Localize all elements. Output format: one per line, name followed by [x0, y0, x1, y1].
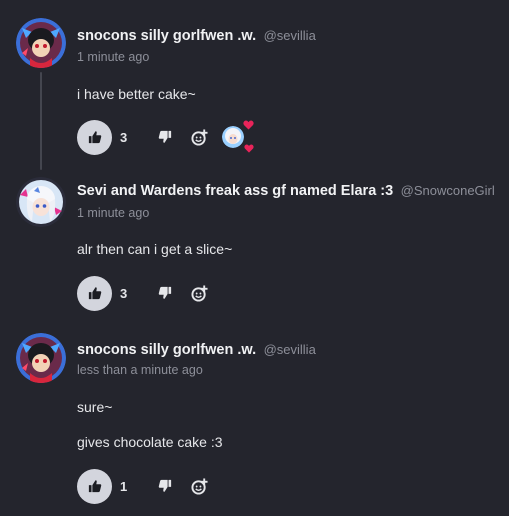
avatar-white-hair-character-icon: [16, 177, 66, 227]
add-reaction-button[interactable]: [188, 282, 210, 304]
thumbs-up-icon: [88, 480, 101, 493]
comment-actions: 1: [77, 468, 210, 504]
like-button[interactable]: [77, 119, 112, 155]
author-handle[interactable]: @sevillia: [264, 342, 316, 357]
add-reaction-icon: [190, 284, 208, 302]
comment-text-line-1: sure~: [77, 399, 113, 415]
heart-icon: [244, 144, 254, 153]
add-reaction-button[interactable]: [188, 475, 210, 497]
thumbs-up-icon: [88, 131, 101, 144]
avatar-dark-character-icon: [16, 333, 66, 383]
avatar[interactable]: [16, 333, 66, 383]
comment-text: alr then can i get a slice~: [77, 241, 233, 257]
timestamp: 1 minute ago: [77, 50, 150, 64]
dislike-button[interactable]: [154, 475, 176, 497]
author-handle[interactable]: @sevillia: [264, 28, 316, 43]
comment-text-line-2: gives chocolate cake :3: [77, 434, 223, 450]
thumbs-up-icon: [88, 287, 101, 300]
like-button[interactable]: [77, 275, 112, 311]
reaction-avatar-icon: [222, 126, 244, 148]
comment-text: i have better cake~: [77, 86, 196, 102]
add-reaction-icon: [190, 477, 208, 495]
timestamp: 1 minute ago: [77, 206, 150, 220]
author-name[interactable]: Sevi and Wardens freak ass gf named Elar…: [77, 183, 393, 199]
like-count: 1: [120, 478, 128, 494]
add-reaction-icon: [190, 128, 208, 146]
comment-header: snocons silly gorlfwen .w. @sevillia: [77, 341, 316, 359]
like-count: 3: [120, 285, 128, 301]
author-handle[interactable]: @SnowconeGirl: [401, 183, 495, 198]
comment-actions: 3: [77, 275, 210, 311]
comment-header: Sevi and Wardens freak ass gf named Elar…: [77, 182, 495, 200]
thread-connector-line: [40, 72, 42, 170]
dislike-button[interactable]: [154, 282, 176, 304]
like-count: 3: [120, 129, 128, 145]
thumbs-down-icon: [158, 479, 172, 492]
dislike-button[interactable]: [154, 126, 176, 148]
reaction-chip[interactable]: [220, 120, 254, 153]
like-button[interactable]: [77, 468, 112, 504]
author-name[interactable]: snocons silly gorlfwen .w.: [77, 342, 256, 358]
comment-header: snocons silly gorlfwen .w. @sevillia: [77, 27, 316, 45]
avatar-dark-character-icon: [16, 18, 66, 68]
heart-icon: [243, 120, 254, 130]
timestamp: less than a minute ago: [77, 363, 203, 377]
avatar[interactable]: [16, 177, 66, 227]
thumbs-down-icon: [158, 286, 172, 299]
thumbs-down-icon: [158, 130, 172, 143]
author-name[interactable]: snocons silly gorlfwen .w.: [77, 28, 256, 44]
add-reaction-button[interactable]: [188, 126, 210, 148]
comment-actions: 3: [77, 119, 254, 155]
avatar[interactable]: [16, 18, 66, 68]
